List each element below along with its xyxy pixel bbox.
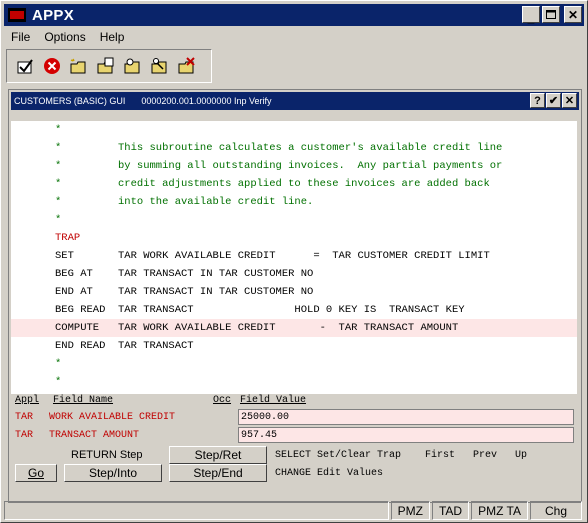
new-folder-icon[interactable] <box>69 57 88 76</box>
code-line[interactable]: BEG AT TAR TRANSACT IN TAR CUSTOMER NO <box>11 265 577 283</box>
occ-header: Occ <box>213 395 232 406</box>
code-op: BEG READ <box>55 304 106 316</box>
code-line[interactable]: * <box>11 121 577 139</box>
inner-title-bar: CUSTOMERS (BASIC) GUI 0000200.001.000000… <box>11 92 579 110</box>
code-listing: * * This subroutine calculates a customer… <box>11 121 577 394</box>
status-pmz-ta: PMZ TA <box>471 501 528 520</box>
customers-window: CUSTOMERS (BASIC) GUI 0000200.001.000000… <box>8 89 582 503</box>
return-step-label: RETURN Step <box>71 449 143 461</box>
field-value-header: Field Value <box>240 395 307 406</box>
code-text: TAR TRANSACT IN TAR CUSTOMER NO <box>118 286 314 298</box>
folder-edit-icon[interactable] <box>96 57 115 76</box>
status-bar: PMZ TAD PMZ TA Chg <box>4 501 584 520</box>
code-line[interactable]: SET TAR WORK AVAILABLE CREDIT = TAR CUSTO… <box>11 247 577 265</box>
step-into-button[interactable]: Step/Into <box>64 464 162 482</box>
code-op: * <box>55 142 62 154</box>
code-text: credit adjustments applied to these invo… <box>118 178 490 190</box>
code-line[interactable]: TRAP <box>11 229 577 247</box>
code-line[interactable]: * <box>11 211 577 229</box>
hint-line-1: SELECT Set/Clear Trap First Prev Up <box>275 450 528 461</box>
field-row: TAR WORK AVAILABLE CREDIT 25000.00 <box>11 409 577 426</box>
code-line[interactable]: * This subroutine calculates a customer's… <box>11 139 577 157</box>
inner-close-button[interactable]: ✕ <box>562 93 577 108</box>
window-title: APPX <box>32 6 75 24</box>
code-op: END AT <box>55 286 93 298</box>
close-button[interactable]: ✕ <box>564 6 582 23</box>
toolbar <box>6 49 212 83</box>
code-text: This subroutine calculates a customer's … <box>118 142 503 154</box>
code-line[interactable]: * <box>11 355 577 373</box>
code-op: * <box>55 124 62 136</box>
fields-header: Appl Field Name Occ Field Value <box>11 394 577 408</box>
code-line[interactable]: COMPUTE TAR WORK AVAILABLE CREDIT - TAR T… <box>11 319 577 337</box>
folder-search-icon[interactable] <box>123 57 142 76</box>
code-op: SET <box>55 250 74 262</box>
status-pmz: PMZ <box>390 501 430 520</box>
title-bar: APPX _ ✕ <box>4 4 584 26</box>
appx-logo-icon <box>8 8 26 22</box>
code-op: * <box>55 196 62 208</box>
maximize-button[interactable] <box>542 6 560 23</box>
help-button[interactable]: ? <box>530 93 545 108</box>
code-op: COMPUTE <box>55 322 100 334</box>
appx-window: APPX _ ✕ File Options Help CUSTOMERS (BA… <box>0 0 588 523</box>
menu-options[interactable]: Options <box>37 30 92 44</box>
code-line[interactable]: END AT TAR TRANSACT IN TAR CUSTOMER NO <box>11 283 577 301</box>
code-text: TAR TRANSACT <box>118 340 194 352</box>
field-name: TRANSACT AMOUNT <box>49 430 140 441</box>
folder-key-icon[interactable] <box>150 57 169 76</box>
field-value-input[interactable]: 25000.00 <box>238 409 574 425</box>
appl-header: Appl <box>15 395 40 406</box>
code-text: TAR TRANSACT HOLD 0 KEY IS TRANSACT KEY <box>118 304 465 316</box>
status-main <box>4 501 389 520</box>
status-tad: TAD <box>431 501 470 520</box>
code-text: into the available credit line. <box>118 196 314 208</box>
code-op: * <box>55 160 62 172</box>
check-icon[interactable] <box>15 57 34 76</box>
go-button[interactable]: Go <box>15 464 57 482</box>
code-line[interactable]: * into the available credit line. <box>11 193 577 211</box>
inner-mode: 0000200.001.0000000 Inp Verify <box>141 96 272 106</box>
code-line[interactable]: END READ TAR TRANSACT <box>11 337 577 355</box>
minimize-button[interactable]: _ <box>522 6 540 24</box>
hint-line-2: CHANGE Edit Values <box>275 468 384 479</box>
code-line[interactable]: BEG READ TAR TRANSACT HOLD 0 KEY IS TRANS… <box>11 301 577 319</box>
field-appl: TAR <box>15 430 34 441</box>
code-op: TRAP <box>55 232 81 244</box>
ok-button[interactable]: ✔ <box>546 93 561 108</box>
field-name-header: Field Name <box>53 395 114 406</box>
code-text: TAR TRANSACT IN TAR CUSTOMER NO <box>118 268 314 280</box>
menu-bar: File Options Help <box>4 28 584 46</box>
folder-delete-icon[interactable] <box>177 57 196 76</box>
code-text: TAR WORK AVAILABLE CREDIT - TAR TRANSACT… <box>118 322 459 334</box>
code-op: * <box>55 214 62 226</box>
step-ret-button[interactable]: Step/Ret <box>169 446 267 464</box>
field-appl: TAR <box>15 412 34 423</box>
cancel-icon[interactable] <box>42 57 61 76</box>
code-text: TAR WORK AVAILABLE CREDIT = TAR CUSTOMER… <box>118 250 490 262</box>
code-op: END READ <box>55 340 106 352</box>
code-line[interactable]: * by summing all outstanding invoices. An… <box>11 157 577 175</box>
field-value-input[interactable]: 957.45 <box>238 427 574 443</box>
code-op: * <box>55 358 62 370</box>
code-op: BEG AT <box>55 268 93 280</box>
menu-help[interactable]: Help <box>93 30 132 44</box>
inner-title: CUSTOMERS (BASIC) GUI <box>14 96 126 106</box>
field-name: WORK AVAILABLE CREDIT <box>49 412 176 423</box>
code-line[interactable]: * <box>11 373 577 391</box>
code-line[interactable]: * credit adjustments applied to these inv… <box>11 175 577 193</box>
code-op: * <box>55 376 62 388</box>
status-chg: Chg <box>529 501 582 520</box>
step-end-button[interactable]: Step/End <box>169 464 267 482</box>
code-op: * <box>55 178 62 190</box>
menu-file[interactable]: File <box>4 30 37 44</box>
field-row: TAR TRANSACT AMOUNT 957.45 <box>11 427 577 444</box>
code-text: by summing all outstanding invoices. Any… <box>118 160 503 172</box>
